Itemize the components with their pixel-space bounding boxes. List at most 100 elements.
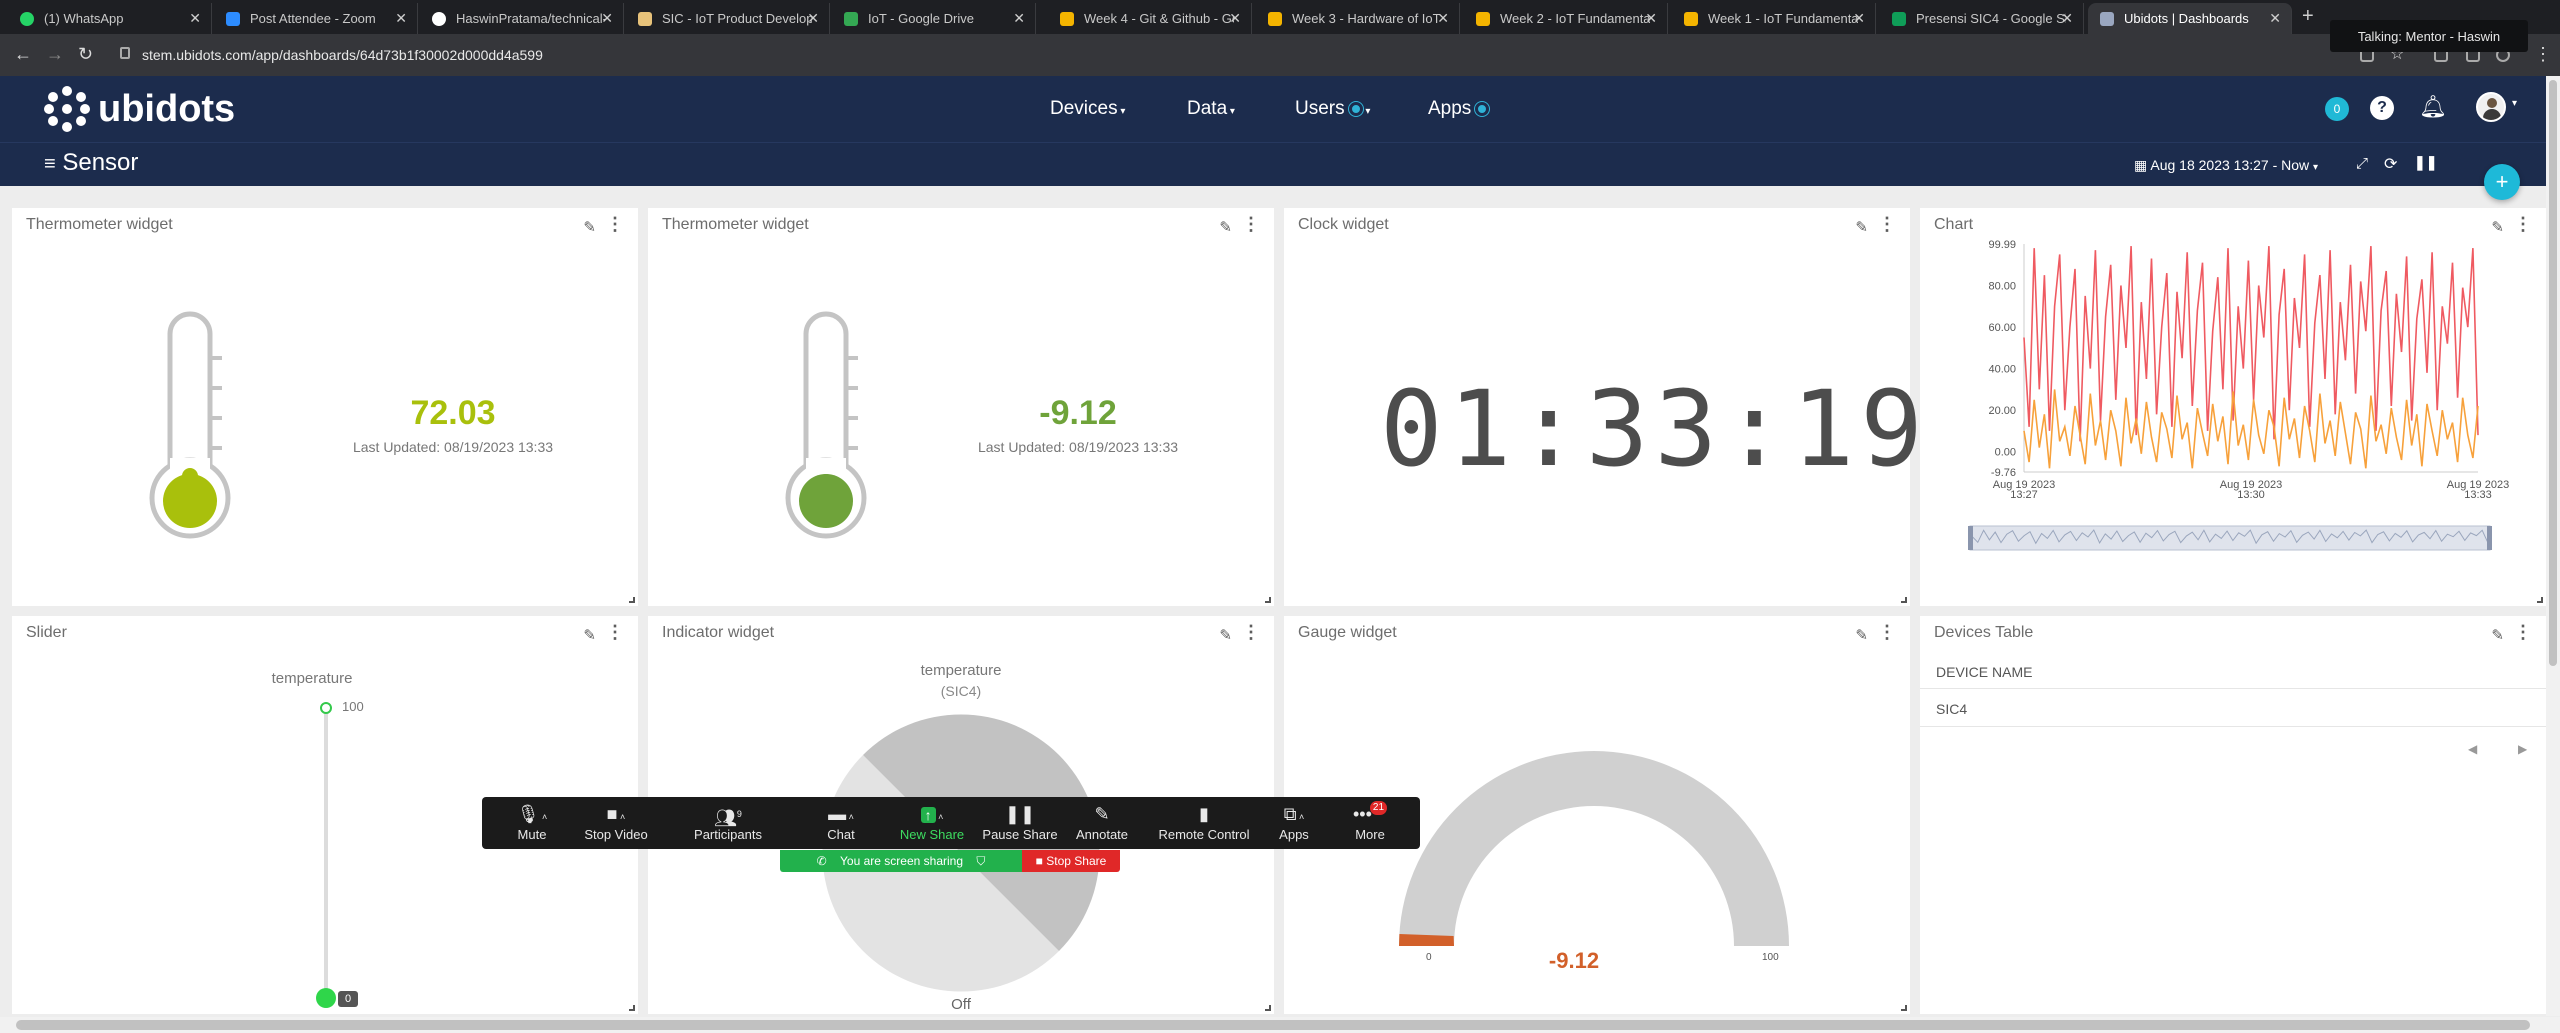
kebab-menu-icon[interactable]: ⋮ [606, 214, 624, 235]
caret-down-icon[interactable]: ▾ [2512, 98, 2517, 109]
url-field[interactable]: stem.ubidots.com/app/dashboards/64d73b1f… [118, 40, 2318, 70]
close-icon[interactable]: ✕ [189, 10, 201, 27]
pause-icon[interactable]: ❚❚ [2414, 154, 2437, 171]
date-range-picker[interactable]: ▦ Aug 18 2023 13:27 - Now ▾ [2134, 157, 2318, 174]
chat-button[interactable]: ▬ ˄ Chat [791, 801, 891, 849]
edit-icon[interactable]: ✎ [1219, 218, 1232, 236]
reload-icon[interactable]: ↻ [78, 44, 93, 65]
tab-ubidots[interactable]: Ubidots | Dashboards ✕ [2088, 3, 2292, 34]
caret-down-icon: ▾ [1362, 106, 1371, 117]
browser-tab-bar: (1) WhatsApp ✕ Post Attendee - Zoom ✕ Hasw… [0, 0, 2560, 34]
slides-icon [1060, 11, 1074, 26]
y-tick-label: 80.00 [1988, 281, 2016, 293]
notification-count-badge[interactable]: 0 [2325, 97, 2349, 121]
close-icon[interactable]: ✕ [2269, 10, 2281, 27]
tab-presensi[interactable]: Presensi SIC4 - Google She ✕ [1880, 3, 2084, 34]
whatsapp-icon [20, 11, 34, 26]
close-icon[interactable]: ✕ [1645, 10, 1657, 27]
slider-handle[interactable] [316, 988, 336, 1008]
slides-icon [1684, 11, 1698, 26]
edit-icon[interactable]: ✎ [2491, 218, 2504, 236]
edit-icon[interactable]: ✎ [583, 218, 596, 236]
chart-widget: Chart ✎ ⋮ 99.99 80.00 60.00 40.00 20.00 0.00-… [1920, 208, 2546, 606]
avatar[interactable] [2476, 92, 2506, 122]
slider-track[interactable] [324, 706, 328, 996]
participants-button[interactable]: 👥︎9 Participants [678, 801, 778, 849]
edit-icon[interactable]: ✎ [1219, 626, 1232, 644]
tab-whatsapp[interactable]: (1) WhatsApp ✕ [8, 3, 212, 34]
zoom-talking-indicator: Talking: Mentor - Haswin [2330, 20, 2528, 52]
line-chart[interactable]: 99.9980.0060.0040.0020.000.00-9.76Aug 19… [1920, 236, 2546, 576]
horizontal-scroll-thumb[interactable] [16, 1020, 2530, 1030]
edit-icon[interactable]: ✎ [1855, 626, 1868, 644]
kebab-menu-icon[interactable]: ⋮ [606, 622, 624, 643]
close-icon[interactable]: ✕ [395, 10, 407, 27]
resize-handle[interactable] [1901, 597, 1907, 603]
nav-data[interactable]: Data ▾ [1187, 98, 1235, 120]
tab-google-drive[interactable]: IoT - Google Drive ✕ [832, 3, 1036, 34]
close-icon[interactable]: ✕ [807, 10, 819, 27]
table-header: DEVICE NAME [1936, 664, 2033, 680]
nav-users[interactable]: Users ▾ [1295, 98, 1370, 120]
edit-icon[interactable]: ✎ [2491, 626, 2504, 644]
help-icon[interactable]: ? [2370, 96, 2394, 120]
resize-handle[interactable] [629, 597, 635, 603]
stop-share-button[interactable]: ■ Stop Share [1022, 850, 1120, 872]
add-widget-button[interactable]: + [2484, 164, 2520, 200]
nav-devices[interactable]: Devices ▾ [1050, 98, 1125, 120]
close-icon[interactable]: ✕ [2061, 10, 2073, 27]
edit-icon[interactable]: ✎ [583, 626, 596, 644]
tab-zoom[interactable]: Post Attendee - Zoom ✕ [214, 3, 418, 34]
tab-week2[interactable]: Week 2 - IoT Fundamental ✕ [1464, 3, 1668, 34]
back-icon[interactable]: ← [14, 44, 32, 65]
slides-icon [1268, 11, 1282, 26]
resize-handle[interactable] [1265, 597, 1271, 603]
kebab-menu-icon[interactable]: ⋮ [1878, 622, 1896, 643]
vertical-scroll-thumb[interactable] [2549, 80, 2557, 666]
browser-menu-icon[interactable]: ⋮ [2534, 44, 2552, 65]
resize-handle[interactable] [2537, 597, 2543, 603]
close-icon[interactable]: ✕ [1013, 10, 1025, 27]
shield-icon: ⛉ [976, 853, 986, 868]
caret-down-icon: ▾ [1117, 106, 1126, 117]
resize-handle[interactable] [1265, 1005, 1271, 1011]
tab-week3[interactable]: Week 3 - Hardware of IoT ✕ [1256, 3, 1460, 34]
close-icon[interactable]: ✕ [1229, 10, 1241, 27]
table-row[interactable]: SIC4 [1936, 701, 1967, 717]
close-icon[interactable]: ✕ [1437, 10, 1449, 27]
lock-icon [120, 47, 130, 59]
close-icon[interactable]: ✕ [1853, 10, 1865, 27]
new-share-button[interactable]: ↑ ˄ New Share [882, 801, 982, 849]
resize-handle[interactable] [629, 1005, 635, 1011]
nav-apps[interactable]: Apps [1428, 98, 1490, 120]
prev-page-icon[interactable]: ◀ [2468, 742, 2477, 756]
resize-handle[interactable] [1901, 1005, 1907, 1011]
kebab-menu-icon[interactable]: ⋮ [1242, 214, 1260, 235]
refresh-icon[interactable]: ⟳ [2384, 154, 2397, 174]
stop-video-button[interactable]: ■ ˄ Stop Video [566, 801, 666, 849]
tab-sic[interactable]: SIC - IoT Product Develope ✕ [626, 3, 830, 34]
tab-week1[interactable]: Week 1 - IoT Fundamental ✕ [1672, 3, 1876, 34]
bell-icon[interactable]: 🔔︎ [2419, 94, 2447, 120]
tab-github[interactable]: HaswinPratama/technical-a ✕ [420, 3, 624, 34]
more-button[interactable]: •••21 More [1320, 801, 1420, 849]
close-icon[interactable]: ✕ [601, 10, 613, 27]
kebab-menu-icon[interactable]: ⋮ [1878, 214, 1896, 235]
dashboard-title[interactable]: ≡ Sensor [44, 149, 138, 177]
kebab-menu-icon[interactable]: ⋮ [2514, 214, 2532, 235]
next-page-icon[interactable]: ▶ [2518, 742, 2527, 756]
annotate-button[interactable]: ✎ Annotate [1052, 801, 1152, 849]
forward-icon[interactable]: → [46, 44, 64, 65]
hamburger-icon[interactable]: ≡ [44, 153, 56, 175]
new-tab-button[interactable]: + [2302, 5, 2314, 28]
kebab-menu-icon[interactable]: ⋮ [1242, 622, 1260, 643]
tab-week4[interactable]: Week 4 - Git & Github - Go ✕ [1048, 3, 1252, 34]
new-badge-icon [1475, 101, 1490, 116]
stop-icon: ■ [1035, 854, 1043, 868]
edit-icon[interactable]: ✎ [1855, 218, 1868, 236]
y-tick-label: 99.99 [1988, 239, 2016, 251]
ubidots-logo[interactable]: ubidots [44, 86, 235, 132]
ubidots-header: ubidots Devices ▾ Data ▾ Users ▾ Apps 0 … [0, 76, 2560, 142]
kebab-menu-icon[interactable]: ⋮ [2514, 622, 2532, 643]
fullscreen-icon[interactable]: ⤢ [2356, 155, 2368, 172]
